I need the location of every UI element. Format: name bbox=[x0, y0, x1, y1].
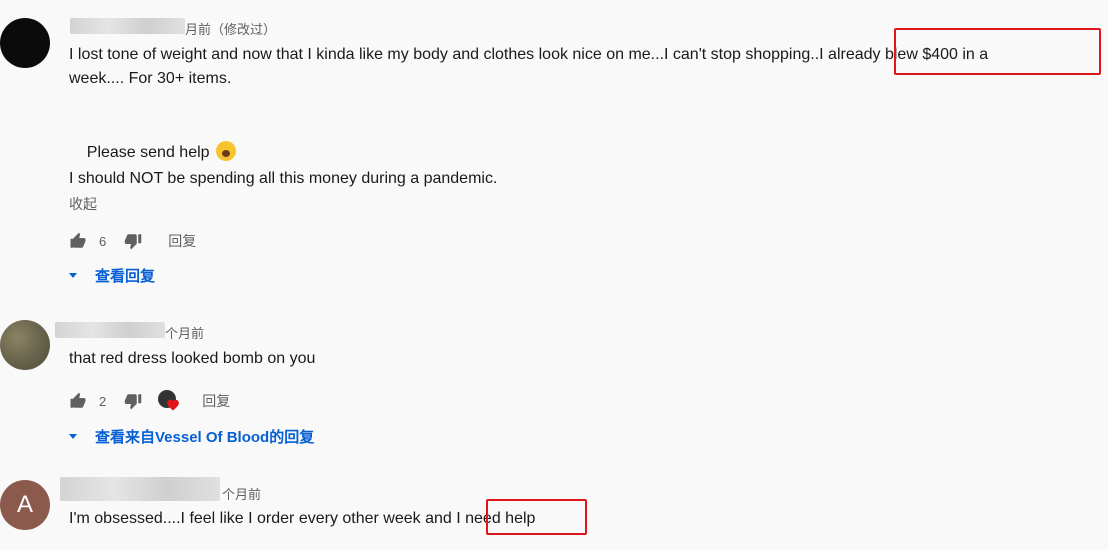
view-replies-link[interactable]: 查看回复 bbox=[69, 265, 155, 286]
redacted-username bbox=[70, 18, 185, 34]
collapse-link[interactable]: 收起 bbox=[69, 192, 97, 216]
comment-timestamp: 个月前 bbox=[165, 326, 205, 341]
redacted-username bbox=[60, 477, 220, 501]
caret-down-icon bbox=[69, 273, 77, 278]
redacted-username bbox=[55, 322, 165, 338]
view-replies-label: 查看回复 bbox=[95, 268, 156, 285]
heart-icon bbox=[167, 399, 180, 411]
thumb-down-icon[interactable] bbox=[124, 392, 142, 410]
like-count: 6 bbox=[99, 233, 107, 249]
comment-text: Please send help bbox=[86, 144, 210, 161]
like-count: 2 bbox=[99, 393, 107, 409]
view-replies-label: 查看来自Vessel Of Blood的回复 bbox=[95, 429, 315, 446]
caret-down-icon bbox=[69, 434, 77, 439]
comment-text-line-2: week.... For 30+ items. bbox=[69, 70, 232, 87]
avatar[interactable] bbox=[0, 320, 50, 370]
comment-text-line-1: I lost tone of weight and now that I kin… bbox=[69, 46, 989, 63]
comment-text: I'm obsessed....I feel like I order ever… bbox=[69, 510, 536, 527]
comment-timestamp: 个月前 bbox=[222, 487, 262, 502]
creator-heart-badge bbox=[158, 390, 180, 412]
comment-actions: 6 回复 bbox=[69, 231, 196, 251]
highlight-box bbox=[486, 499, 587, 535]
avatar[interactable] bbox=[0, 18, 50, 68]
comment-actions: 2 回复 bbox=[69, 390, 230, 412]
comment-timestamp: 月前（修改过） bbox=[185, 22, 277, 37]
screaming-face-emoji-icon bbox=[215, 141, 236, 161]
reply-button[interactable]: 回复 bbox=[202, 391, 230, 411]
reply-button[interactable]: 回复 bbox=[168, 231, 196, 251]
thumb-up-icon[interactable] bbox=[69, 392, 87, 410]
avatar[interactable]: A bbox=[0, 480, 50, 530]
comment-text-line-4: I should NOT be spending all this money … bbox=[69, 170, 498, 187]
thumb-down-icon[interactable] bbox=[124, 232, 142, 250]
highlight-box bbox=[894, 28, 1101, 75]
thumb-up-icon[interactable] bbox=[69, 232, 87, 250]
view-replies-link[interactable]: 查看来自Vessel Of Blood的回复 bbox=[69, 426, 314, 447]
comment-text: that red dress looked bomb on you bbox=[69, 350, 316, 367]
